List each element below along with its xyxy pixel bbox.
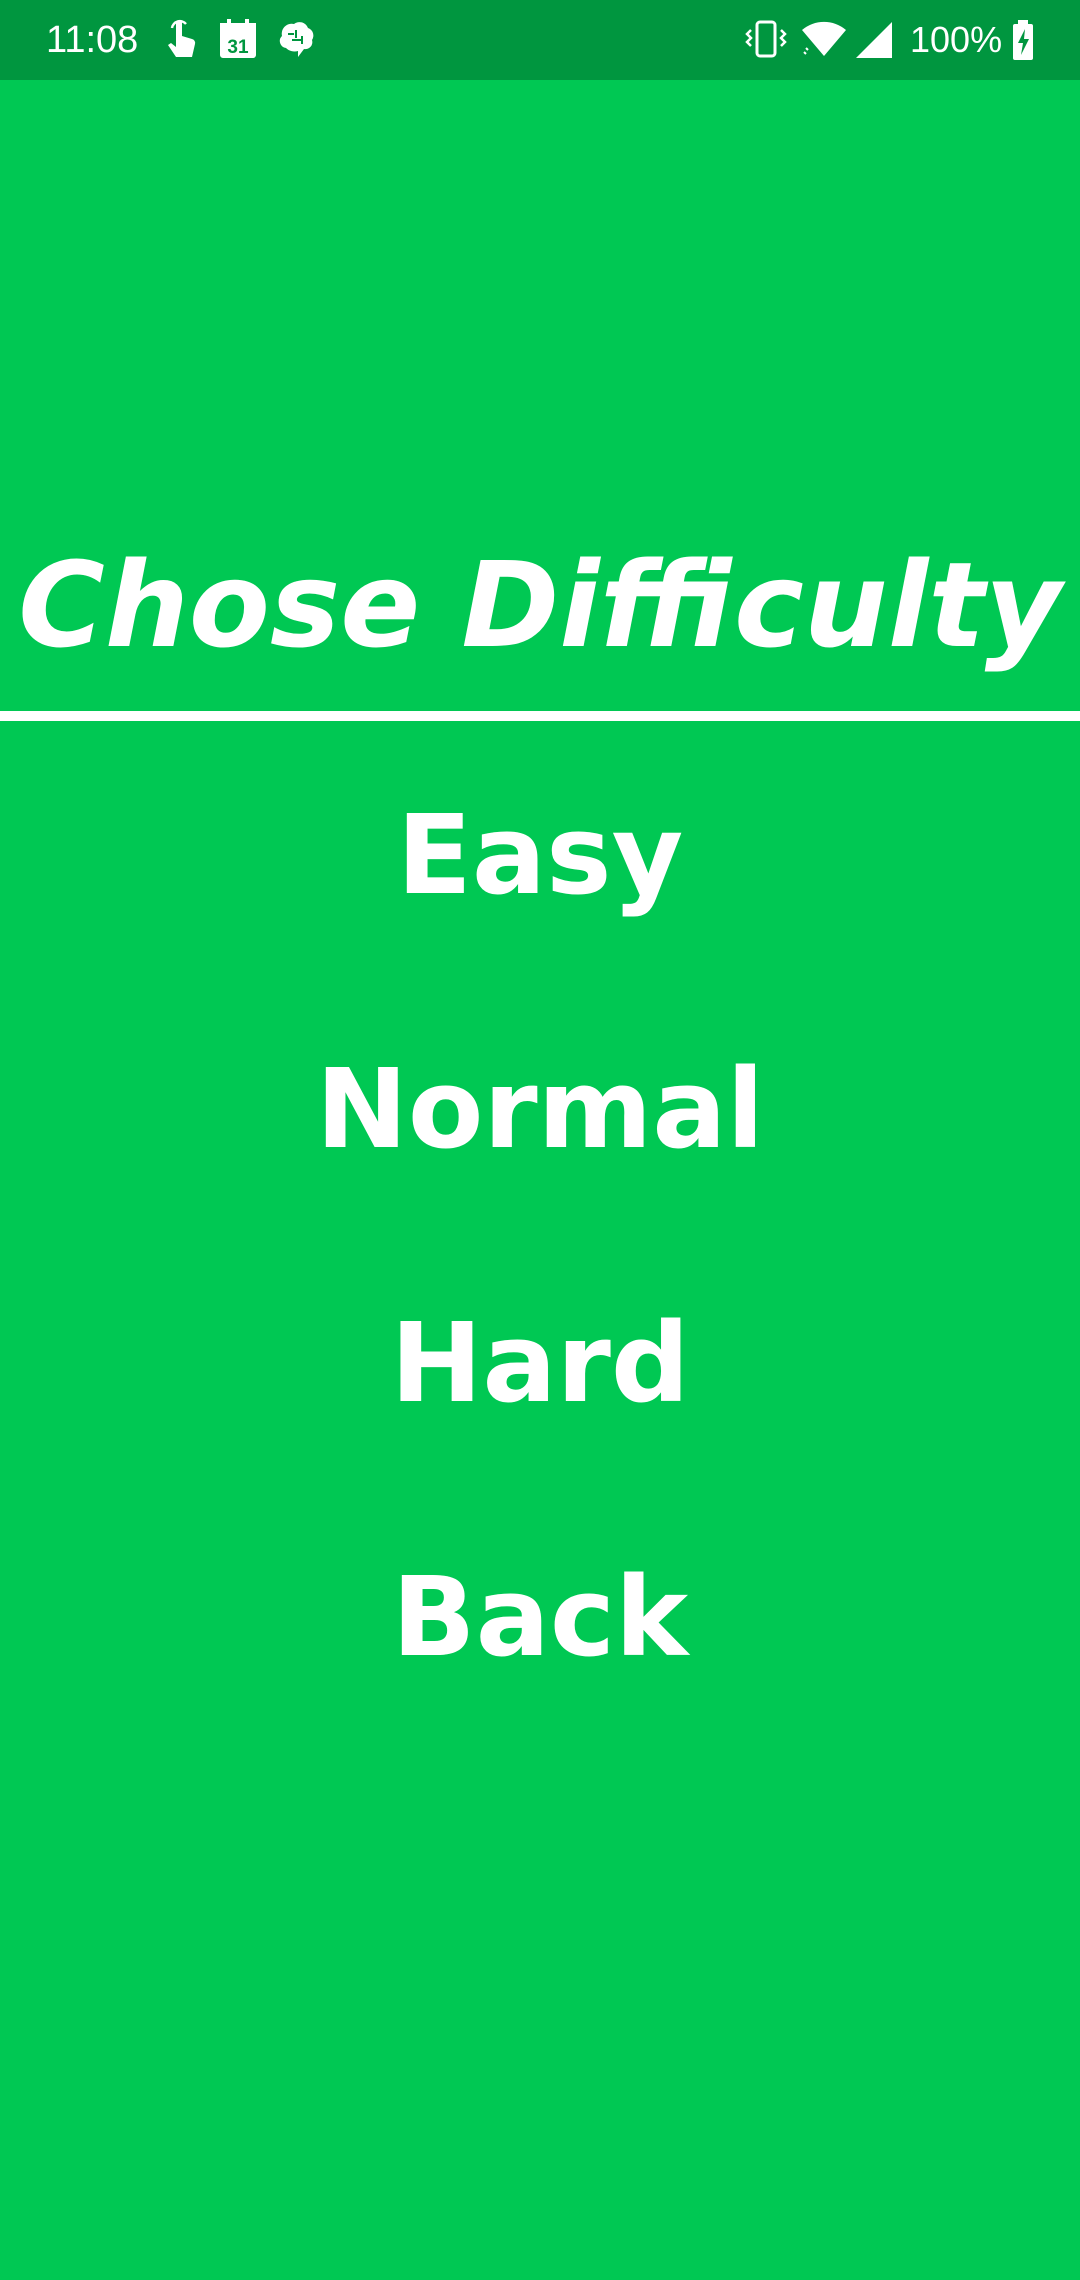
wifi-icon [800, 18, 848, 62]
calendar-day: 31 [227, 37, 249, 58]
easy-button[interactable]: Easy [0, 790, 1080, 920]
vibrate-icon [744, 18, 788, 62]
page-title: Chose Difficulty [18, 536, 1062, 674]
touch-icon [160, 18, 204, 62]
brain-icon [274, 18, 318, 62]
battery-charging-icon [1010, 18, 1036, 62]
back-button[interactable]: Back [0, 1552, 1080, 1682]
signal-icon [854, 18, 898, 62]
title-divider [0, 711, 1080, 721]
normal-button[interactable]: Normal [0, 1044, 1080, 1174]
calendar-icon: 31 [218, 18, 262, 62]
battery-percentage: 100% [910, 19, 1003, 60]
status-bar: 11:08 31 100% [0, 0, 1080, 80]
hard-button[interactable]: Hard [0, 1298, 1080, 1428]
status-time: 11:08 [46, 19, 139, 61]
difficulty-screen: 11:08 31 100% Chose Difficulty Easy Norm… [0, 0, 1080, 2280]
